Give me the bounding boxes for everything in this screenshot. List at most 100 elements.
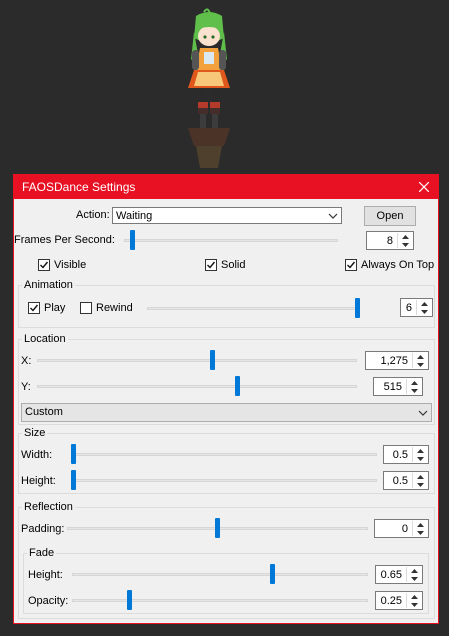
open-button[interactable]: Open [364,206,416,226]
padding-label: Padding: [21,523,65,535]
slider-thumb[interactable] [355,298,360,318]
character-sprite [188,8,230,168]
always-on-top-checkbox[interactable] [345,259,357,271]
frame-stepper-arrows[interactable] [416,300,431,315]
chevron-down-icon[interactable] [413,361,427,368]
size-title: Size [22,427,48,439]
chevron-down-icon[interactable] [417,308,431,315]
slider-track[interactable] [72,573,368,576]
chevron-down-icon[interactable] [413,529,427,536]
slider-track[interactable] [72,599,368,602]
size-group: Size Width: 0.5 Height: 0.5 [18,427,435,494]
chevron-down-icon[interactable] [407,387,421,394]
slider-thumb[interactable] [127,590,133,610]
fade-opacity-stepper[interactable]: 0.25 [375,591,423,610]
x-stepper-arrows[interactable] [412,353,427,368]
chevron-up-icon[interactable] [407,379,421,386]
animation-title: Animation [22,279,75,291]
location-preset-dropdown[interactable]: Custom [21,403,432,422]
slider-thumb[interactable] [215,518,220,538]
fade-opacity-value: 0.25 [380,595,402,607]
chevron-up-icon[interactable] [407,567,421,574]
height-stepper[interactable]: 0.5 [383,471,429,490]
rewind-label: Rewind [96,302,133,314]
fade-height-value: 0.65 [380,569,402,581]
slider-track[interactable] [37,359,357,362]
visible-checkbox[interactable] [38,259,50,271]
chevron-up-icon[interactable] [407,593,421,600]
padding-stepper[interactable]: 0 [374,519,429,538]
height-label: Height: [21,475,56,487]
solid-label: Solid [221,259,246,271]
fps-stepper-arrows[interactable] [397,233,412,248]
close-icon [419,182,429,192]
chevron-up-icon[interactable] [413,473,427,480]
x-stepper[interactable]: 1,275 [365,351,429,370]
padding-stepper-arrows[interactable] [412,521,427,536]
fps-value: 8 [386,235,393,247]
open-button-label: Open [376,210,404,222]
reflection-title: Reflection [22,501,75,513]
x-value: 1,275 [380,355,408,367]
chevron-up-icon[interactable] [413,447,427,454]
fade-opacity-label: Opacity: [28,595,69,607]
y-stepper-arrows[interactable] [406,379,421,394]
chevron-down-icon [328,213,338,219]
chevron-up-icon[interactable] [398,233,412,240]
chevron-down-icon[interactable] [407,575,421,582]
height-stepper-arrows[interactable] [412,473,427,488]
y-label: Y: [21,381,31,393]
fps-label: Frames Per Second: [14,234,115,246]
action-label: Action: [76,209,110,221]
slider-track[interactable] [147,307,360,310]
padding-value: 0 [401,523,408,535]
fade-opacity-stepper-arrows[interactable] [406,593,421,608]
chevron-down-icon[interactable] [413,481,427,488]
slider-thumb[interactable] [130,230,136,250]
slider-thumb[interactable] [71,470,76,490]
slider-track[interactable] [37,385,357,388]
slider-track[interactable] [71,479,377,482]
chevron-down-icon[interactable] [398,241,412,248]
slider-thumb[interactable] [235,376,241,396]
action-value: Waiting [116,210,153,222]
action-dropdown[interactable]: Waiting [112,207,342,224]
chevron-up-icon[interactable] [417,300,431,307]
fade-title: Fade [27,547,57,559]
chevron-down-icon[interactable] [413,455,427,462]
fade-height-label: Height: [28,569,63,581]
desktop: { "window": { "title": "FAOSDance Settin… [0,0,449,636]
animation-group: Animation Play Rewind 6 [18,279,435,328]
settings-window: FAOSDance Settings Action: Waiting Open … [13,174,439,624]
fade-height-stepper-arrows[interactable] [406,567,421,582]
frame-stepper[interactable]: 6 [400,298,433,317]
chevron-up-icon[interactable] [413,353,427,360]
y-stepper[interactable]: 515 [373,377,423,396]
slider-track[interactable] [124,239,338,242]
x-label: X: [21,355,32,367]
chevron-up-icon[interactable] [413,521,427,528]
chevron-down-icon[interactable] [407,601,421,608]
fps-stepper[interactable]: 8 [366,231,414,250]
width-label: Width: [21,449,53,461]
width-stepper-arrows[interactable] [412,447,427,462]
slider-thumb[interactable] [269,564,275,584]
visible-label: Visible [54,259,87,271]
rewind-checkbox[interactable] [80,302,92,314]
frame-value: 6 [405,302,412,314]
slider-thumb[interactable] [71,444,76,464]
width-stepper[interactable]: 0.5 [383,445,429,464]
slider-thumb[interactable] [210,350,216,370]
y-value: 515 [383,381,402,393]
reflection-group: Reflection Padding: 0 Fade Height: 0.65 … [18,501,435,619]
height-value: 0.5 [392,475,408,487]
close-button[interactable] [410,175,438,199]
fade-group: Fade Height: 0.65 Opacity: 0.25 [23,547,429,614]
title-bar[interactable]: FAOSDance Settings [14,175,438,199]
play-label: Play [44,302,66,314]
always-on-top-label: Always On Top [361,259,435,271]
slider-track[interactable] [71,453,377,456]
fade-height-stepper[interactable]: 0.65 [375,565,423,584]
solid-checkbox[interactable] [205,259,217,271]
play-checkbox[interactable] [28,302,40,314]
